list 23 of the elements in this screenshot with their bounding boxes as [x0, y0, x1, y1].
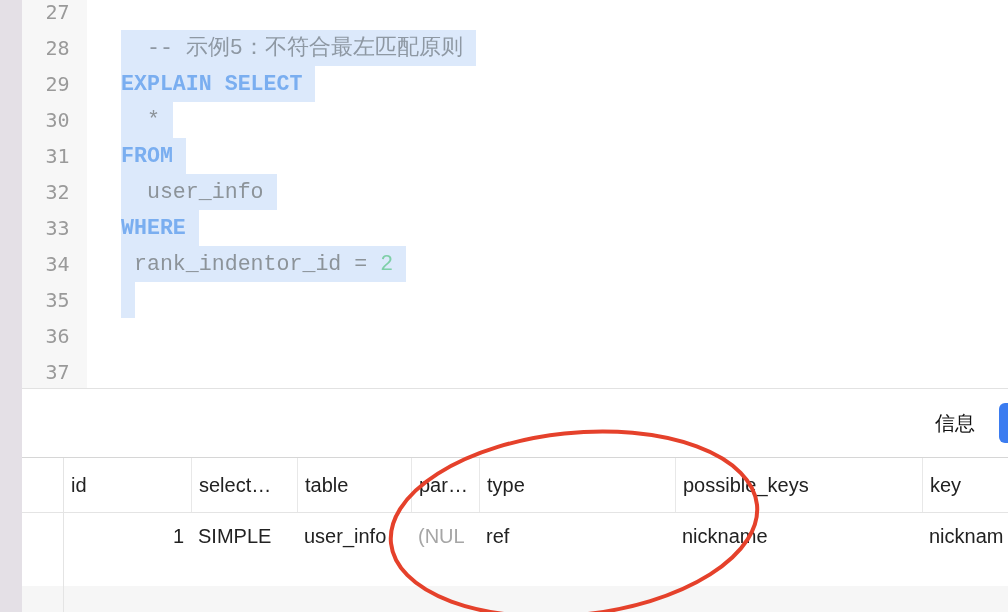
table-cell: 1 — [172, 524, 184, 548]
column-header[interactable]: type — [479, 458, 675, 512]
line-number: 36 — [44, 323, 71, 350]
line-number: 32 — [44, 179, 71, 206]
table-cell: (NUL — [418, 524, 465, 548]
line-number: 27 — [44, 0, 71, 26]
line-number: 28 — [44, 35, 71, 62]
line-number: 30 — [44, 107, 71, 134]
column-header[interactable]: id — [64, 458, 191, 512]
line-number: 34 — [44, 251, 71, 278]
table-cell: nicknam — [929, 524, 1004, 548]
table-cell: user_info — [304, 524, 387, 548]
column-header[interactable]: table — [297, 458, 411, 512]
info-tab[interactable]: 信息 — [935, 409, 975, 437]
table-cell: SIMPLE — [198, 524, 272, 548]
table-cell: ref — [486, 524, 510, 548]
line-number: 31 — [44, 143, 71, 170]
line-number: 35 — [44, 287, 71, 314]
line-number: 33 — [44, 215, 71, 242]
line-number: 37 — [44, 359, 71, 386]
column-header[interactable]: select… — [191, 458, 297, 512]
column-header[interactable]: key — [922, 458, 1008, 512]
line-number: 29 — [44, 71, 71, 98]
